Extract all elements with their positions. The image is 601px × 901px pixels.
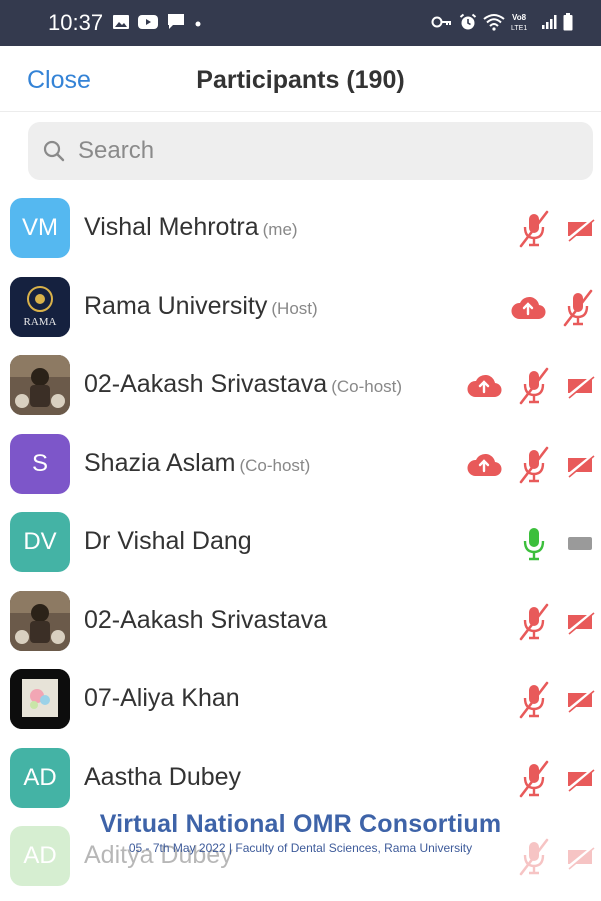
participant-row[interactable]: VM Vishal Mehrotra (me): [0, 190, 601, 269]
svg-text:LTE1: LTE1: [511, 25, 527, 32]
participant-row[interactable]: 02-Aakash Srivastava (Co-host): [0, 347, 601, 426]
participant-status-icons: [517, 524, 595, 562]
participant-name-line: Vishal Mehrotra (me): [84, 213, 298, 242]
search-input[interactable]: [78, 134, 558, 168]
participant-name: Rama University: [84, 291, 268, 320]
search-icon: [42, 139, 66, 168]
participant-name: Vishal Mehrotra: [84, 213, 259, 241]
video-off-icon[interactable]: [565, 609, 595, 635]
watermark-subtitle: 05 - 7th May 2022 | Faculty of Dental Sc…: [128, 841, 473, 855]
mic-muted-icon[interactable]: [517, 367, 551, 405]
status-left-icons: [112, 13, 203, 36]
avatar: [10, 590, 70, 651]
svg-text:Vo8: Vo8: [512, 13, 527, 22]
participant-status-icons: [465, 367, 595, 405]
alarm-icon: [459, 13, 477, 36]
cloud-upload-icon[interactable]: [509, 295, 547, 321]
cloud-upload-icon[interactable]: [465, 373, 503, 399]
watermark-title: Virtual National OMR Consortium: [99, 810, 502, 838]
mic-muted-icon[interactable]: [517, 603, 551, 641]
mic-muted-icon[interactable]: [517, 681, 551, 719]
video-off-icon[interactable]: [565, 216, 595, 242]
status-time: 10:37: [48, 10, 104, 35]
volte-icon: Vo8 LTE1: [511, 12, 535, 37]
participant-status-icons: [517, 210, 595, 248]
participant-row[interactable]: 07-Aliya Khan: [0, 661, 601, 740]
participant-row[interactable]: AD Aastha Dubey: [0, 740, 601, 819]
participant-name-line: Dr Vishal Dang: [84, 527, 252, 556]
mic-on-icon[interactable]: [517, 524, 551, 562]
participant-status-icons: [517, 681, 595, 719]
participant-name-line: Rama University (Host): [84, 292, 318, 321]
participant-name: 07-Aliya Khan: [84, 684, 240, 712]
search-bar[interactable]: [28, 122, 593, 180]
participant-row[interactable]: DV Dr Vishal Dang: [0, 504, 601, 583]
participant-name: 02-Aakash Srivastava: [84, 605, 328, 634]
participant-name-line: 07-Aliya Khan: [84, 684, 240, 713]
participant-name-line: Shazia Aslam (Co-host): [84, 449, 310, 478]
status-right-icons: Vo8 LTE1: [431, 12, 573, 37]
participant-role: (Co-host): [331, 377, 403, 396]
participant-name: Aastha Dubey: [84, 762, 242, 791]
avatar: [10, 669, 70, 729]
participant-status-icons: [509, 289, 595, 327]
video-off-icon[interactable]: [565, 687, 595, 713]
mic-muted-icon[interactable]: [517, 210, 551, 248]
avatar: VM: [10, 198, 70, 258]
wifi-icon: [483, 13, 505, 36]
avatar: RAMA: [10, 276, 70, 337]
avatar: [10, 355, 70, 415]
participant-role: (Co-host): [239, 455, 311, 475]
avatar: DV: [10, 512, 70, 572]
battery-icon: [563, 13, 573, 36]
video-off-icon[interactable]: [565, 452, 595, 478]
participant-role: (me): [262, 220, 298, 239]
mic-muted-icon[interactable]: [561, 289, 595, 327]
message-icon: [166, 13, 186, 36]
participant-status-icons: [517, 603, 595, 641]
key-icon: [431, 15, 453, 34]
cloud-upload-icon[interactable]: [465, 452, 503, 478]
participant-row[interactable]: 02-Aakash Srivastava: [0, 583, 601, 662]
participant-row[interactable]: RAMA Rama University (Host): [0, 269, 601, 348]
participant-name-line: 02-Aakash Srivastava (Co-host): [84, 370, 402, 399]
youtube-icon: [137, 14, 159, 35]
participant-row[interactable]: S Shazia Aslam (Co-host): [0, 426, 601, 505]
participant-status-icons: [517, 760, 595, 798]
signal-icon: [541, 14, 557, 35]
video-off-icon[interactable]: [565, 766, 595, 792]
page-title: Participants (190): [196, 66, 405, 94]
participant-name: Shazia Aslam: [84, 448, 236, 477]
participant-list: VM Vishal Mehrotra (me) RAMA Rama University…: [0, 190, 601, 897]
participant-status-icons: [465, 446, 595, 484]
header: Close Participants (190): [0, 46, 601, 112]
mic-muted-icon[interactable]: [517, 760, 551, 798]
svg-text:RAMA: RAMA: [23, 316, 56, 328]
participant-name: Dr Vishal Dang: [84, 527, 252, 555]
participant-name: 02-Aakash Srivastava: [84, 370, 328, 398]
dot-icon: [193, 16, 203, 34]
image-icon: [112, 14, 130, 35]
status-bar: 10:37 Vo8 LTE1: [0, 0, 601, 46]
video-off-icon[interactable]: [565, 373, 595, 399]
avatar: S: [10, 433, 70, 494]
participant-name-line: 02-Aakash Srivastava: [84, 606, 327, 635]
participant-role: (Host): [271, 298, 318, 318]
participant-name-line: Aastha Dubey: [84, 763, 241, 792]
mic-muted-icon[interactable]: [517, 446, 551, 484]
watermark: Virtual National OMR Consortium 05 - 7th…: [0, 810, 601, 855]
video-icon[interactable]: [565, 530, 595, 556]
avatar: AD: [10, 747, 70, 808]
